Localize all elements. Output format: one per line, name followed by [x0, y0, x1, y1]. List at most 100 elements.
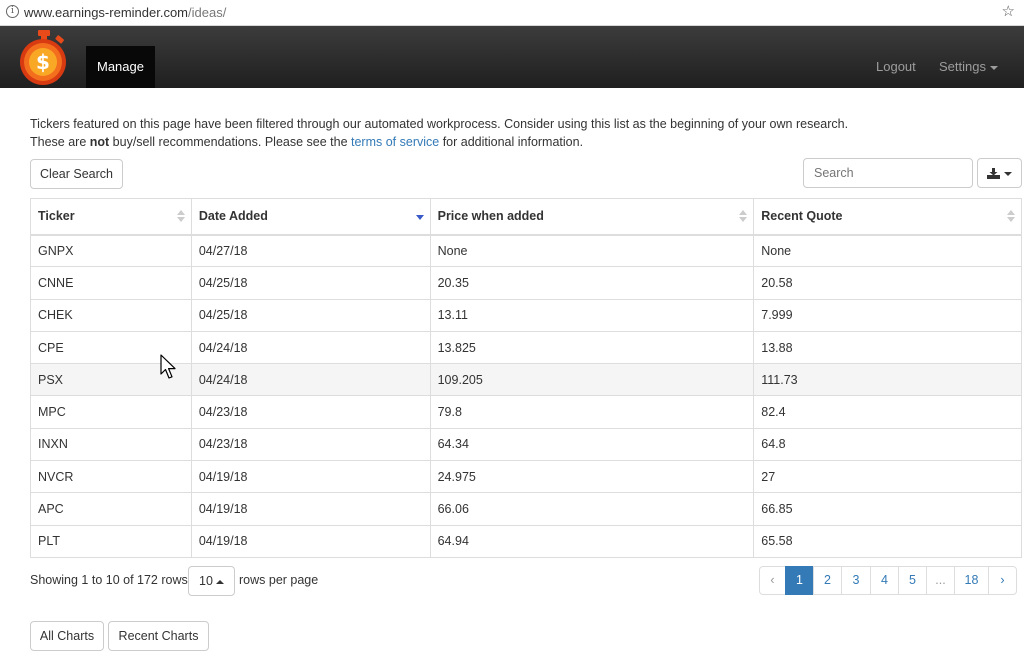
- cell-ticker: GNPX: [30, 233, 192, 268]
- cell-date-added: 04/23/18: [190, 427, 431, 462]
- nav-settings-label: Settings: [939, 59, 986, 74]
- header-label: Date Added: [198, 209, 268, 224]
- cell-date-added: 04/27/18: [190, 233, 431, 268]
- table-row[interactable]: GNPX 04/27/18 None None: [30, 233, 1022, 268]
- pagination-prev[interactable]: ‹: [759, 566, 786, 595]
- table-row[interactable]: MPC 04/23/18 79.8 82.4: [30, 395, 1022, 429]
- pagination: ‹ 1 2 3 4 5 ... 18 ›: [759, 566, 1017, 595]
- intro-line2-mid: buy/sell recommendations. Please see the: [109, 134, 351, 149]
- pagination-next[interactable]: ›: [988, 566, 1017, 595]
- table-row[interactable]: PLT 04/19/18 64.94 65.58: [30, 524, 1022, 558]
- navbar: $ Manage Logout Settings: [0, 26, 1024, 88]
- cell-price-when-added: 13.825: [429, 330, 755, 365]
- column-header-recent-quote[interactable]: Recent Quote: [753, 198, 1022, 236]
- column-header-price-when-added[interactable]: Price when added: [429, 198, 755, 236]
- table-row[interactable]: INXN 04/23/18 64.34 64.8: [30, 427, 1022, 462]
- table-row[interactable]: APC 04/19/18 66.06 66.85: [30, 492, 1022, 526]
- cell-ticker: CHEK: [30, 298, 192, 332]
- cell-recent-quote: 20.58: [753, 266, 1022, 300]
- intro-line2-pre: These are: [30, 134, 90, 149]
- cell-recent-quote: None: [753, 233, 1022, 268]
- rows-per-page-label: rows per page: [239, 573, 319, 587]
- sort-icon: [1007, 210, 1015, 224]
- cell-price-when-added: 79.8: [429, 395, 755, 429]
- bookmark-star-icon[interactable]: ☆: [1002, 2, 1015, 20]
- intro-line-1: Tickers featured on this page have been …: [30, 117, 849, 131]
- showing-rows-text: Showing 1 to 10 of 172 rows: [30, 573, 188, 587]
- cell-date-added: 04/24/18: [190, 363, 431, 397]
- recent-charts-button[interactable]: Recent Charts: [108, 621, 209, 651]
- table-row[interactable]: CPE 04/24/18 13.825 13.88: [30, 330, 1022, 365]
- cell-recent-quote: 65.58: [753, 524, 1022, 558]
- mouse-cursor-icon: [160, 354, 176, 379]
- cell-price-when-added: 24.975: [429, 460, 755, 494]
- page-size-dropdown[interactable]: 10: [188, 566, 235, 596]
- cell-date-added: 04/25/18: [190, 266, 431, 300]
- cell-recent-quote: 66.85: [753, 492, 1022, 526]
- nav-settings-dropdown[interactable]: Settings: [939, 59, 998, 74]
- pagination-page-1[interactable]: 1: [785, 566, 814, 595]
- terms-of-service-link[interactable]: terms of service: [351, 135, 439, 149]
- cell-ticker: APC: [30, 492, 192, 526]
- export-button[interactable]: [977, 158, 1022, 188]
- cell-recent-quote: 7.999: [753, 298, 1022, 332]
- cell-ticker: MPC: [30, 395, 192, 429]
- cell-date-added: 04/19/18: [190, 524, 431, 558]
- caret-down-icon: [1004, 171, 1012, 176]
- svg-text:$: $: [36, 50, 50, 74]
- caret-up-icon: [215, 579, 224, 584]
- cell-ticker: CNNE: [30, 266, 192, 300]
- pagination-page-3[interactable]: 3: [841, 566, 871, 595]
- table-header-row: Ticker Date Added Price when added Recen…: [30, 198, 1022, 236]
- intro-line2-post: for additional information.: [439, 134, 584, 149]
- url-path: /ideas/: [188, 5, 227, 20]
- sort-icon: [739, 210, 748, 224]
- clear-search-button[interactable]: Clear Search: [30, 159, 123, 189]
- pagination-page-2[interactable]: 2: [813, 566, 842, 595]
- url-field[interactable]: www.earnings-reminder.com/ideas/: [24, 5, 226, 20]
- intro-line-2: These are not buy/sell recommendations. …: [30, 134, 1010, 152]
- cell-ticker: PLT: [30, 524, 192, 558]
- export-icon: [987, 168, 1000, 180]
- cell-date-added: 04/24/18: [190, 330, 431, 365]
- cell-recent-quote: 27: [753, 460, 1022, 494]
- url-host: www.earnings-reminder.com: [24, 5, 189, 20]
- all-charts-button[interactable]: All Charts: [30, 621, 104, 651]
- cell-price-when-added: 64.94: [429, 524, 755, 558]
- cell-price-when-added: 20.35: [429, 266, 755, 300]
- table-row[interactable]: CHEK 04/25/18 13.11 7.999: [30, 298, 1022, 332]
- pagination-page-5[interactable]: 5: [898, 566, 927, 595]
- info-icon[interactable]: i: [6, 5, 19, 18]
- cell-ticker: NVCR: [30, 460, 192, 494]
- cell-price-when-added: 66.06: [429, 492, 755, 526]
- pagination-ellipsis: ...: [926, 566, 955, 595]
- header-label: Price when added: [437, 209, 544, 224]
- header-label: Recent Quote: [761, 209, 843, 224]
- column-header-date-added[interactable]: Date Added: [190, 198, 431, 236]
- column-header-ticker[interactable]: Ticker: [30, 198, 192, 236]
- cell-date-added: 04/25/18: [190, 298, 431, 332]
- pagination-page-4[interactable]: 4: [870, 566, 899, 595]
- pagination-page-18[interactable]: 18: [954, 566, 989, 595]
- sort-icon: [176, 210, 185, 224]
- nav-logout[interactable]: Logout: [876, 59, 916, 74]
- header-label: Ticker: [38, 209, 75, 224]
- table-row[interactable]: CNNE 04/25/18 20.35 20.58: [30, 266, 1022, 300]
- page-size-value: 10: [199, 574, 213, 588]
- browser-address-bar: i www.earnings-reminder.com/ideas/ ☆: [0, 0, 1024, 26]
- table-row[interactable]: NVCR 04/19/18 24.975 27: [30, 460, 1022, 494]
- caret-down-icon: [989, 65, 998, 70]
- nav-manage[interactable]: Manage: [86, 46, 155, 88]
- cell-recent-quote: 111.73: [753, 363, 1022, 397]
- stopwatch-dollar-logo-icon[interactable]: $: [18, 30, 70, 86]
- search-input[interactable]: [803, 158, 973, 188]
- table-row[interactable]: PSX 04/24/18 109.205 111.73: [30, 363, 1022, 397]
- cell-date-added: 04/19/18: [190, 492, 431, 526]
- intro-not-bold: not: [89, 134, 110, 149]
- cell-price-when-added: 13.11: [429, 298, 755, 332]
- intro-text: Tickers featured on this page have been …: [30, 116, 1010, 151]
- cell-recent-quote: 82.4: [753, 395, 1022, 429]
- cell-price-when-added: 109.205: [429, 363, 755, 397]
- cell-ticker: INXN: [30, 427, 192, 462]
- cell-recent-quote: 13.88: [753, 330, 1022, 365]
